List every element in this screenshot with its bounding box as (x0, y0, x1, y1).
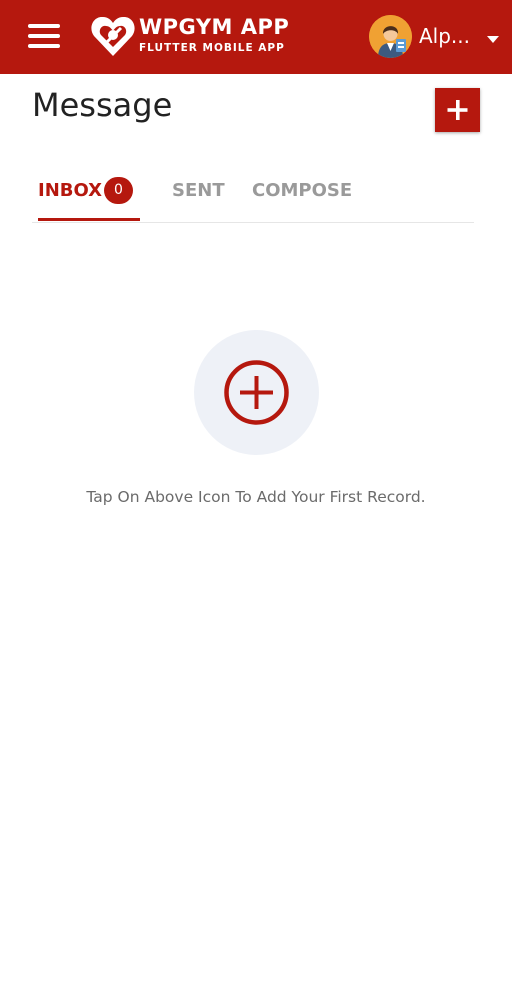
add-message-button[interactable] (435, 88, 480, 132)
brand-title: WPGYM APP (139, 15, 290, 39)
tab-inbox[interactable]: INBOX (38, 180, 102, 201)
empty-state-message: Tap On Above Icon To Add Your First Reco… (86, 488, 426, 506)
plus-icon (447, 100, 468, 120)
app-header: WPGYM APP FLUTTER MOBILE APP Alp... (0, 0, 512, 74)
menu-line (28, 44, 60, 48)
menu-line (28, 24, 60, 28)
active-tab-indicator (38, 218, 140, 221)
add-first-record-button[interactable] (194, 330, 319, 455)
heart-logo-icon (91, 16, 135, 57)
circle-plus-icon (224, 360, 289, 425)
inbox-count-badge: 0 (104, 177, 133, 204)
user-name[interactable]: Alp... (419, 24, 470, 48)
brand-subtitle: FLUTTER MOBILE APP (139, 42, 285, 54)
hamburger-menu-icon[interactable] (28, 24, 60, 48)
tab-compose-label: COMPOSE (252, 180, 353, 201)
tab-sent-label: SENT (172, 180, 225, 201)
tab-sent[interactable]: SENT (172, 180, 225, 201)
user-avatar-icon[interactable] (369, 15, 412, 58)
menu-line (28, 34, 60, 38)
caret-down-icon[interactable] (487, 36, 499, 43)
tab-compose[interactable]: COMPOSE (252, 180, 352, 201)
page-title: Message (32, 86, 173, 124)
tab-inbox-label: INBOX (38, 180, 103, 201)
message-tabs: INBOX 0 SENT COMPOSE (32, 166, 474, 223)
